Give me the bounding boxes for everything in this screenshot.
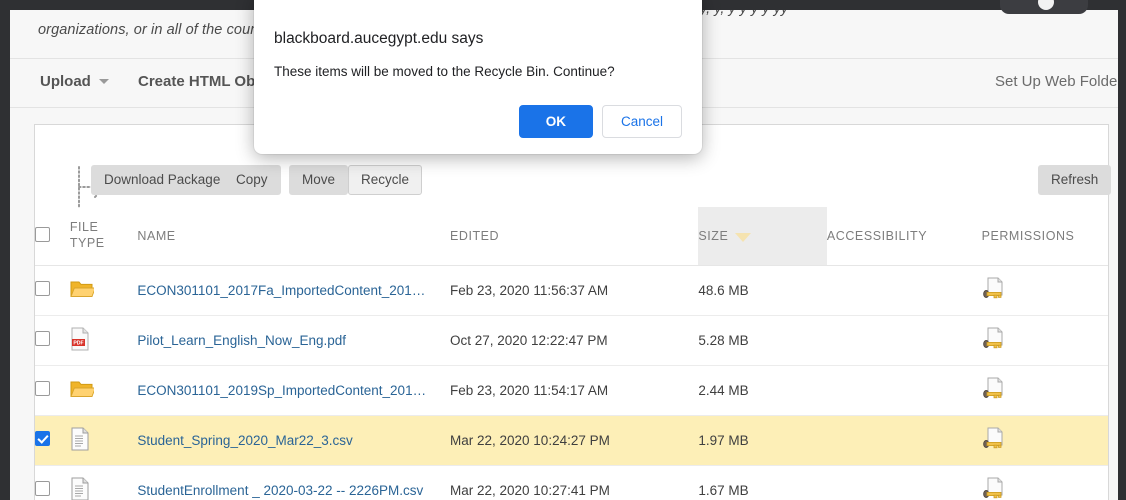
download-package-button[interactable]: Download Package [91, 165, 234, 195]
file-table: FILE TYPE NAME EDITED SIZE ACCESSIBILITY… [35, 207, 1108, 500]
row-name-cell: ECON301101_2019Sp_ImportedContent_201902… [137, 365, 450, 416]
recycle-button[interactable]: Recycle [348, 165, 423, 195]
chevron-down-icon [98, 78, 109, 84]
upload-menu-button[interactable]: Upload [40, 73, 109, 90]
row-permissions-cell[interactable] [981, 315, 1108, 366]
row-select-cell [35, 265, 70, 316]
select-all-header [35, 207, 70, 266]
browser-chrome-left [0, 0, 10, 500]
dialog-message: These items will be moved to the Recycle… [274, 64, 615, 79]
permissions-header[interactable]: PERMISSIONS [981, 207, 1108, 266]
cancel-button[interactable]: Cancel [601, 105, 682, 138]
permissions-icon [982, 327, 1003, 348]
row-size-cell: 2.44 MB [698, 365, 827, 416]
row-checkbox[interactable] [35, 481, 50, 496]
file-type-header-line2: TYPE [69, 235, 105, 250]
row-file-type-cell [69, 415, 138, 466]
row-size-cell: 1.67 MB [698, 465, 827, 500]
row-permissions-cell[interactable] [981, 265, 1108, 316]
ok-button[interactable]: OK [518, 105, 593, 138]
file-name-link[interactable]: StudentEnrollment _ 2020-03-22 -- 2226PM… [137, 483, 427, 498]
row-name-cell: Student_Spring_2020_Mar22_3.csv [137, 415, 450, 466]
select-all-checkbox[interactable] [35, 226, 50, 242]
pdf-file-icon: PDF [71, 327, 89, 350]
table-row[interactable]: StudentEnrollment _ 2020-03-22 -- 2226PM… [35, 465, 1108, 500]
move-button[interactable]: Move [289, 165, 349, 195]
create-html-object-button[interactable]: Create HTML Obje [138, 73, 268, 90]
permissions-icon [982, 427, 1003, 448]
permissions-icon [982, 477, 1003, 498]
file-name-link[interactable]: Student_Spring_2020_Mar22_3.csv [137, 433, 427, 448]
row-name-cell: StudentEnrollment _ 2020-03-22 -- 2226PM… [137, 465, 450, 500]
row-checkbox[interactable] [35, 281, 50, 296]
size-header[interactable]: SIZE [698, 207, 827, 266]
confirm-dialog: blackboard.aucegypt.edu says These items… [254, 0, 702, 154]
file-list-card: Download Package Copy Move Recycle Refre… [34, 124, 1112, 500]
row-select-cell [35, 465, 70, 500]
set-up-web-folder-button[interactable]: Set Up Web Folder [995, 73, 1118, 90]
row-permissions-cell[interactable] [981, 365, 1108, 416]
table-row[interactable]: PDF Pilot_Learn_English_Now_Eng.pdf Oct 27… [35, 315, 1108, 366]
screenshot-root: organizations, or in all of the courses … [0, 0, 1126, 500]
table-row[interactable]: ECON301101_2019Sp_ImportedContent_201902… [35, 365, 1108, 416]
dialog-title: blackboard.aucegypt.edu says [274, 30, 484, 47]
row-select-cell [35, 315, 70, 366]
row-edited-cell: Feb 23, 2020 11:56:37 AM [450, 265, 699, 316]
file-type-header[interactable]: FILE TYPE [69, 207, 138, 266]
row-permissions-cell[interactable] [981, 465, 1108, 500]
file-name-link[interactable]: ECON301101_2017Fa_ImportedContent_201709… [137, 283, 427, 298]
refresh-button[interactable]: Refresh [1038, 165, 1112, 195]
row-accessibility-cell [826, 315, 982, 366]
permissions-icon [982, 377, 1003, 398]
row-select-cell [35, 415, 70, 466]
table-row[interactable]: Student_Spring_2020_Mar22_3.csv Mar 22, 2… [35, 415, 1108, 466]
upload-label: Upload [40, 73, 91, 90]
row-checkbox[interactable] [35, 381, 50, 396]
row-size-cell: 1.97 MB [698, 415, 827, 466]
permissions-icon [982, 277, 1003, 298]
row-name-cell: ECON301101_2017Fa_ImportedContent_201709… [137, 265, 450, 316]
row-permissions-cell[interactable] [981, 415, 1108, 466]
file-name-link[interactable]: Pilot_Learn_English_Now_Eng.pdf [137, 333, 427, 348]
row-accessibility-cell [826, 465, 982, 500]
file-name-link[interactable]: ECON301101_2019Sp_ImportedContent_201902… [137, 383, 427, 398]
document-file-icon [71, 477, 89, 500]
row-name-cell: Pilot_Learn_English_Now_Eng.pdf [137, 315, 450, 366]
file-table-body: ECON301101_2017Fa_ImportedContent_201709… [35, 265, 1108, 500]
name-header[interactable]: NAME [137, 207, 450, 266]
size-header-label: SIZE [698, 228, 729, 243]
row-checkbox[interactable] [35, 431, 50, 446]
row-file-type-cell [69, 465, 138, 500]
row-file-type-cell: PDF [69, 315, 138, 366]
svg-text:PDF: PDF [73, 340, 83, 346]
table-row[interactable]: ECON301101_2017Fa_ImportedContent_201709… [35, 265, 1108, 316]
copy-button[interactable]: Copy [223, 165, 281, 195]
row-accessibility-cell [826, 415, 982, 466]
folder-icon [70, 381, 96, 397]
row-size-cell: 5.28 MB [698, 315, 827, 366]
folder-icon [70, 281, 96, 297]
row-file-type-cell [69, 265, 138, 316]
edited-header[interactable]: EDITED [450, 207, 699, 266]
table-header-row: FILE TYPE NAME EDITED SIZE ACCESSIBILITY… [35, 207, 1108, 266]
row-edited-cell: Mar 22, 2020 10:24:27 PM [450, 415, 699, 466]
row-accessibility-cell [826, 365, 982, 416]
notice-text-left: organizations, or in all of the courses … [38, 22, 286, 38]
row-file-type-cell [69, 365, 138, 416]
row-select-cell [35, 365, 70, 416]
file-type-header-line1: FILE [69, 220, 99, 235]
sort-descending-icon [735, 232, 752, 242]
row-accessibility-cell [826, 265, 982, 316]
row-size-cell: 48.6 MB [698, 265, 827, 316]
row-edited-cell: Oct 27, 2020 12:22:47 PM [450, 315, 699, 366]
row-checkbox[interactable] [35, 331, 50, 346]
accessibility-header[interactable]: ACCESSIBILITY [826, 207, 982, 266]
dialog-button-row: OK Cancel [274, 105, 682, 138]
toolbar-button-row: Download Package Copy Move Recycle Refre… [35, 165, 1112, 205]
row-edited-cell: Feb 23, 2020 11:54:17 AM [450, 365, 699, 416]
browser-chrome-right [1118, 0, 1126, 500]
document-file-icon [71, 427, 89, 450]
row-edited-cell: Mar 22, 2020 10:27:41 PM [450, 465, 699, 500]
